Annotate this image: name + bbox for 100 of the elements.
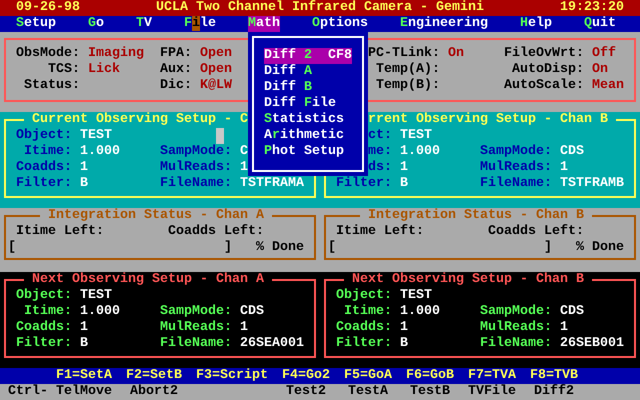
field-label: Object: [16,128,72,144]
status-label: AutoScale: [504,78,584,94]
ctrl-key-label: Test2 [286,384,326,400]
percent-done-label: % Done [256,240,304,256]
function-key-label: F5=GoA [342,368,393,384]
menu-item[interactable]: Diff A [264,64,352,80]
panel-title: Integration Status - Chan B [367,208,585,224]
status-value: Open [200,46,232,62]
field-value: 26SEA001 [240,336,304,352]
field-label: Filter: [16,176,72,192]
field-label: FileName: [480,336,552,352]
menu-item[interactable]: TV [136,16,152,32]
status-label: Temp(B): [375,78,440,94]
field-value: B [400,176,408,192]
function-key-label: F7=TVA [466,368,517,384]
bracket-text: ] [544,240,552,256]
menu-item[interactable]: Math [248,16,280,32]
coadds-label: Coadds Left: [168,224,265,240]
field-value: TEST [400,128,432,144]
function-key-label: F3=Script [195,368,269,384]
field-label: Itime: [23,304,72,320]
ctrl-key-label: TelMove [56,384,112,400]
function-key-label: F6=GoB [404,368,455,384]
menu-item[interactable]: Diff B [264,80,352,96]
menu-item[interactable]: Options [312,16,368,32]
menu-item[interactable]: Diff File [264,96,352,112]
field-label: Filter: [16,336,72,352]
status-value: On [592,62,608,78]
status-label: Aux: [160,62,192,78]
status-value: Mean [592,78,624,94]
field-label: SampMode: [160,144,232,160]
field-label: Itime: [23,144,72,160]
field-value: 1 [80,160,88,176]
status-value: On [448,46,464,62]
panel-title: Next Observing Setup - Chan B [351,272,585,288]
status-value: Off [592,46,616,62]
field-value: 1.000 [400,304,440,320]
coadds-label: Coadds Left: [488,224,585,240]
status-label: ObsMode: [16,46,80,62]
percent-done-label: % Done [576,240,624,256]
field-value: 1 [240,160,248,176]
field-label: Coadds: [16,320,72,336]
function-key-label: F1=SetA [55,368,113,384]
ctrl-key-label: TestB [410,384,450,400]
status-label: PC-TLink: [368,46,440,62]
panel-title: Integration Status - Chan A [47,208,265,224]
field-label: Object: [336,288,392,304]
function-key-label: F2=SetB [125,368,183,384]
field-value: B [80,336,88,352]
field-label: MulReads: [160,160,232,176]
status-label: Status: [23,78,80,94]
function-key-label: F8=TVB [528,368,579,384]
ctrl-label: Ctrl- [7,384,49,400]
window-title: UCLA Two Channel Infrared Camera - Gemini [156,0,484,16]
field-value: C [240,144,248,160]
status-label: TCS: [47,62,80,78]
field-value: 26SEB001 [560,336,624,352]
field-value: 1 [400,160,408,176]
field-value: 1.000 [80,304,120,320]
menu-item[interactable]: Setup [16,16,56,32]
field-label: MulReads: [160,320,232,336]
status-value: Imaging [88,46,144,62]
panel-title: Current Observing Setup - C [31,112,249,128]
field-value: 1 [400,320,408,336]
field-label: Object: [16,288,72,304]
field-label: Itime: [343,304,392,320]
field-value: 1.000 [80,144,120,160]
field-label: SampMode: [160,304,232,320]
menu-item[interactable]: File [184,16,216,32]
status-value: K@LW [200,78,232,94]
time-text: 19:23:20 [560,0,624,16]
menu-item[interactable]: Diff 2 CF8 [264,48,352,64]
field-value: TEST [80,288,112,304]
menu-item[interactable]: Help [520,16,552,32]
menu-item[interactable]: Quit [584,16,616,32]
itime-label: Itime Left: [16,224,105,240]
field-value: CDS [560,304,584,320]
field-label: SampMode: [480,304,552,320]
panel-title: rrent Observing Setup - Chan B [367,112,609,128]
menu-item[interactable]: Statistics [264,112,352,128]
menu-item[interactable]: Engineering [400,16,488,32]
menu-item[interactable]: Arithmetic [264,128,352,144]
menu-item[interactable]: Phot Setup [264,144,352,160]
field-value: TSTFRAMB [560,176,624,192]
field-value: 1 [240,320,248,336]
field-label: FileName: [160,336,232,352]
field-label: Coadds: [336,320,392,336]
status-value: Open [200,62,232,78]
field-value: TSTFRAMA [240,176,304,192]
ctrl-key-label: Abort2 [130,384,178,400]
field-value: TEST [80,128,112,144]
menu-item[interactable]: Go [88,16,104,32]
field-label: Filter: [336,176,392,192]
status-value: Lick [88,62,120,78]
field-value: B [400,336,408,352]
field-label: FileName: [480,176,552,192]
ctrl-key-label: TestA [348,384,388,400]
field-label: ds: [367,160,392,176]
field-value: TEST [400,288,432,304]
status-label: Dic: [160,78,192,94]
